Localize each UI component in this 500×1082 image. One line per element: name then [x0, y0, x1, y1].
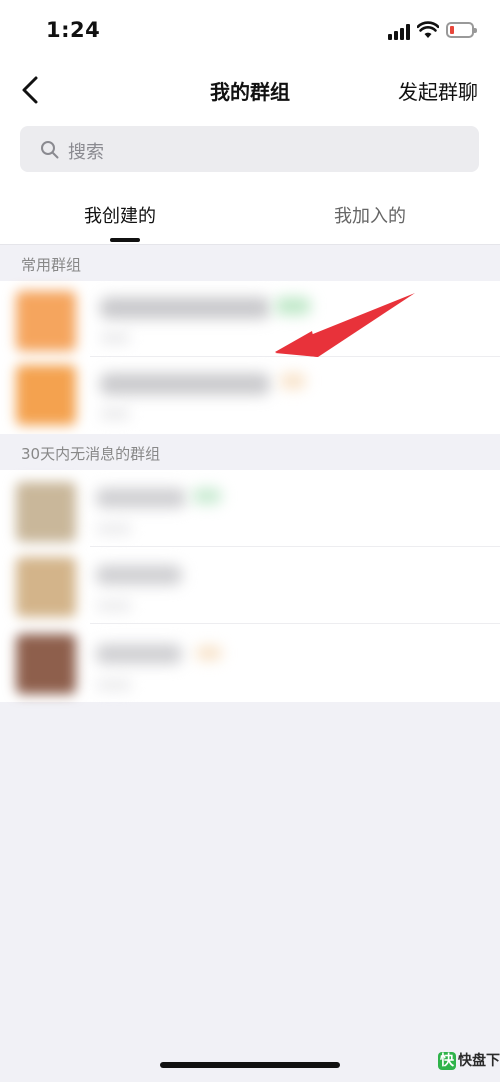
blurred-tag [275, 297, 311, 315]
start-group-chat-button[interactable]: 发起群聊 [398, 76, 478, 105]
tab-bar: 我创建的 我加入的 [0, 184, 500, 245]
blurred-group-name [96, 488, 186, 508]
status-bar: 1:24 [0, 0, 500, 62]
blurred-group-name [96, 565, 182, 585]
search-placeholder: 搜索 [68, 142, 104, 163]
list-item[interactable] [0, 547, 500, 624]
search-icon [41, 141, 59, 159]
group-avatar [16, 365, 76, 425]
cellular-signal-icon [388, 24, 412, 40]
list-item[interactable] [0, 357, 500, 434]
blurred-tag [196, 646, 222, 660]
blurred-subtitle [100, 333, 130, 343]
section-title: 30天内无消息的群组 [21, 445, 161, 463]
group-avatar [16, 634, 76, 694]
list-item[interactable] [0, 624, 500, 702]
blurred-subtitle [100, 409, 130, 419]
group-avatar [16, 482, 76, 542]
group-avatar [16, 291, 76, 351]
section-header-frequent: 常用群组 [0, 245, 500, 281]
status-time: 1:24 [46, 18, 101, 42]
list-item[interactable] [0, 281, 500, 357]
tab-joined[interactable]: 我加入的 [334, 202, 406, 228]
group-avatar [16, 557, 76, 617]
blurred-subtitle [96, 524, 132, 534]
tab-created[interactable]: 我创建的 [84, 202, 156, 228]
nav-bar: 我的群组 发起群聊 [0, 62, 500, 118]
watermark-text: 快盘下载 [458, 1053, 500, 1069]
blurred-tag [192, 488, 222, 504]
blurred-group-name [100, 373, 270, 395]
blurred-tag [280, 373, 306, 389]
blurred-subtitle [96, 601, 132, 611]
wifi-icon [417, 21, 439, 38]
search-input[interactable]: 搜索 [20, 126, 479, 172]
frequent-group-list [0, 281, 500, 434]
search-container: 搜索 [0, 118, 500, 184]
section-header-inactive: 30天内无消息的群组 [0, 434, 500, 470]
watermark-icon: 快 [438, 1052, 456, 1070]
inactive-group-list [0, 470, 500, 702]
blurred-group-name [100, 297, 270, 319]
home-indicator [160, 1062, 340, 1068]
section-title: 常用群组 [21, 256, 82, 274]
list-item[interactable] [0, 470, 500, 547]
tab-indicator [110, 238, 140, 242]
battery-icon [446, 22, 477, 38]
blurred-subtitle [96, 680, 132, 690]
blurred-group-name [96, 644, 182, 664]
